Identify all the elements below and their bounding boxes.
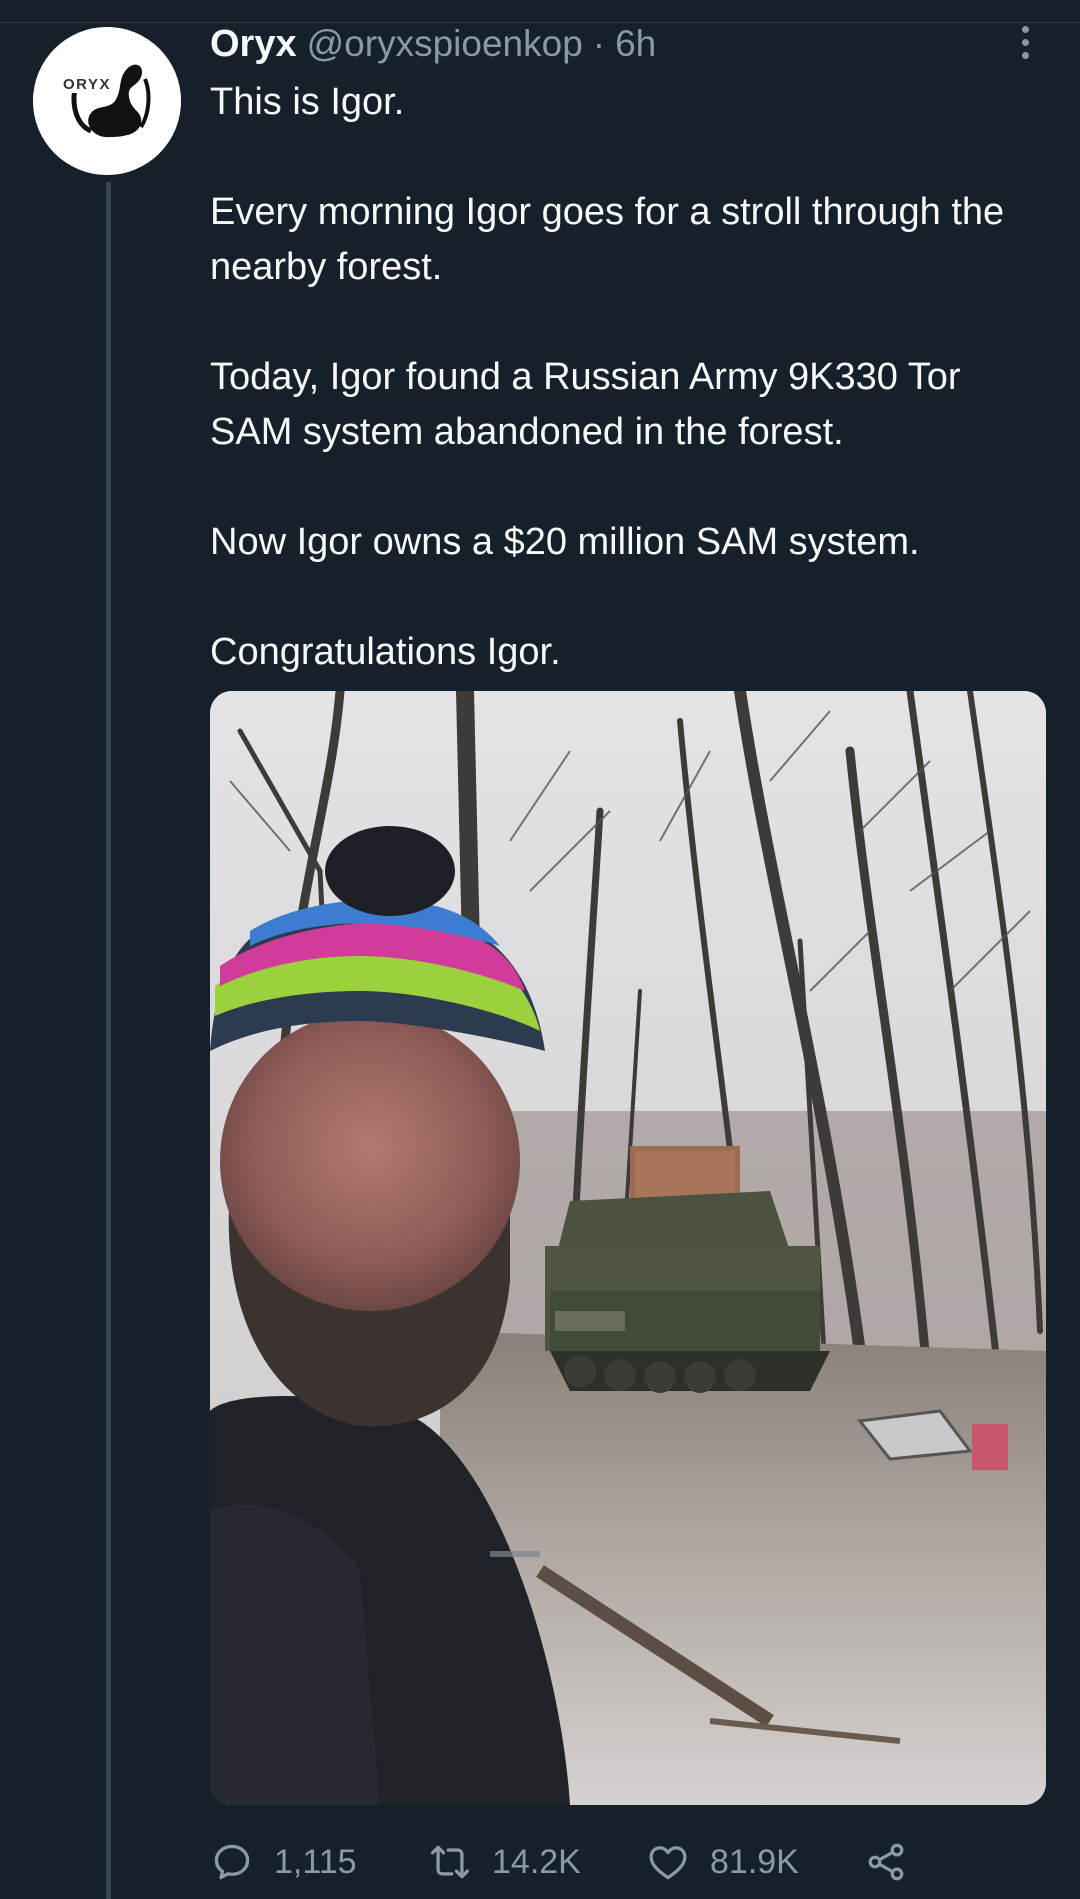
tweet-paragraph: This is Igor. [210, 81, 405, 123]
author-name[interactable]: Oryx [210, 23, 297, 66]
like-button[interactable]: 81.9K [646, 1832, 799, 1892]
author-handle[interactable]: @oryxspioenkop [307, 23, 583, 65]
more-dot-icon [1021, 38, 1029, 46]
tweet-paragraph: Now Igor owns a $20 million SAM system. [210, 521, 920, 563]
retweet-icon [430, 1845, 470, 1879]
heart-icon [649, 1846, 687, 1880]
avatar[interactable]: ORYX [33, 27, 181, 175]
more-dot-icon [1021, 51, 1029, 59]
tweet-photo[interactable] [210, 691, 1046, 1805]
oryx-logo-icon: ORYX [33, 27, 181, 175]
retweet-count: 14.2K [492, 1842, 581, 1881]
tweet-header: Oryx @oryxspioenkop · 6h [210, 20, 656, 68]
tweet-paragraph: Congratulations Igor. [210, 631, 561, 673]
photo-illustration [210, 691, 1046, 1805]
reply-icon [214, 1844, 250, 1880]
more-dot-icon [1021, 25, 1029, 33]
tweet-text: This is Igor. Every morning Igor goes fo… [210, 75, 1050, 680]
like-count: 81.9K [710, 1842, 799, 1881]
reply-count: 1,115 [274, 1842, 357, 1881]
tweet-paragraph: Today, Igor found a Russian Army 9K330 T… [210, 356, 961, 453]
tweet-timestamp[interactable]: 6h [615, 23, 656, 65]
retweet-button[interactable]: 14.2K [428, 1832, 581, 1892]
header-separator: · [592, 23, 606, 64]
share-button[interactable] [864, 1832, 908, 1892]
tweet-actions: 1,115 14.2K 81.9K [210, 1832, 1050, 1892]
thread-line [106, 182, 111, 1899]
reply-button[interactable]: 1,115 [210, 1832, 357, 1892]
avatar-logo-text: ORYX [63, 76, 111, 93]
share-icon [868, 1843, 904, 1881]
tweet-paragraph: Every morning Igor goes for a stroll thr… [210, 191, 1005, 288]
more-options-button[interactable] [1010, 20, 1040, 64]
